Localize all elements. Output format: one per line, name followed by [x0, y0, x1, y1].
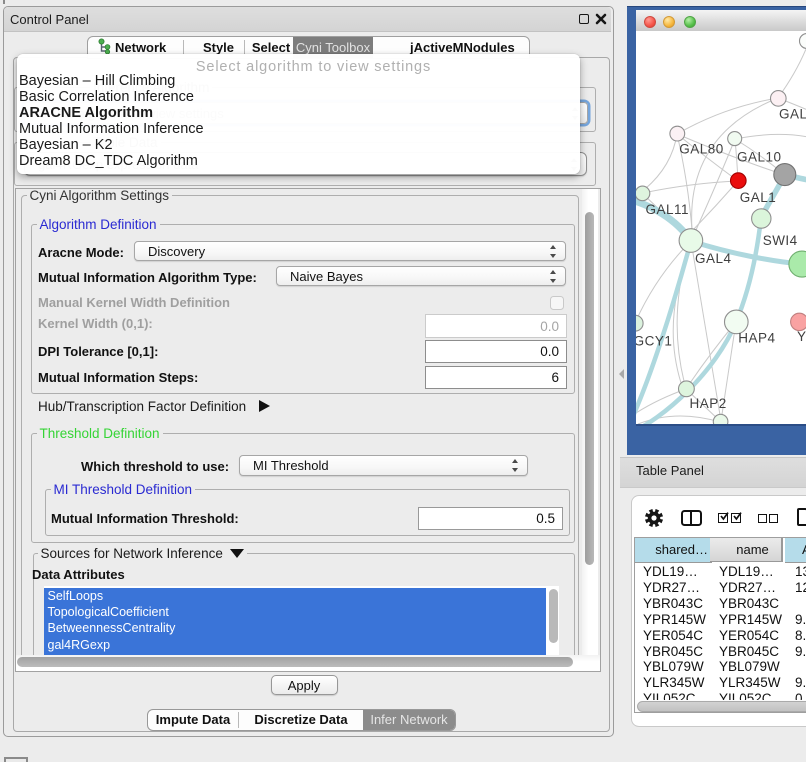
svg-text:GAL11: GAL11: [646, 202, 690, 217]
svg-text:GAL80: GAL80: [679, 142, 724, 157]
svg-text:GAL4: GAL4: [695, 251, 732, 266]
svg-text:GAL10: GAL10: [737, 150, 782, 165]
svg-text:GAL7: GAL7: [779, 107, 806, 122]
svg-text:GAL1: GAL1: [740, 190, 777, 205]
svg-text:SWI4: SWI4: [763, 233, 798, 248]
svg-text:HAP4: HAP4: [738, 331, 775, 346]
svg-text:HAP2: HAP2: [689, 396, 726, 411]
svg-text:GCY1: GCY1: [636, 334, 672, 349]
svg-text:YM: YM: [797, 329, 806, 344]
